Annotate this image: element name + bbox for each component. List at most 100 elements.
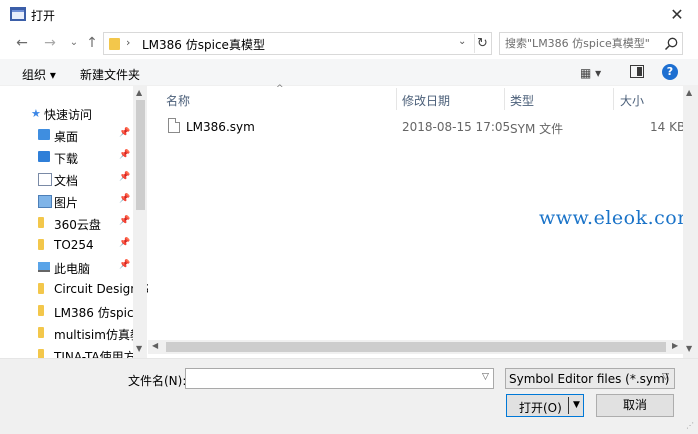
star-icon: ★ xyxy=(31,107,41,120)
up-folder-button[interactable]: ↑ xyxy=(84,33,100,53)
sidebar-scroll-thumb[interactable] xyxy=(136,100,145,210)
address-bar[interactable]: › LM386 仿spice真模型 ⌄ ↻ xyxy=(103,32,492,55)
sidebar-item-quick-access[interactable]: ★ 快速访问 xyxy=(0,102,132,124)
sidebar-item-tina-ta[interactable]: TINA-TA使用方 xyxy=(0,344,136,358)
scroll-down-icon[interactable]: ▼ xyxy=(136,344,142,353)
computer-icon xyxy=(38,262,50,272)
folder-icon xyxy=(38,349,44,358)
sidebar-item-label: 快速访问 xyxy=(44,108,93,122)
download-icon xyxy=(38,151,50,162)
resize-grip-icon[interactable]: ⋰ xyxy=(686,421,694,430)
title-bar: 打开 ✕ xyxy=(0,0,698,30)
change-view-button[interactable]: ▦ ▾ xyxy=(580,66,601,80)
file-list-horizontal-scrollbar[interactable]: ◀ ▶ xyxy=(148,340,683,354)
open-button[interactable]: 打开(O) ▼ xyxy=(506,394,584,417)
sidebar-item-circuit-design[interactable]: Circuit Design S xyxy=(0,278,148,300)
watermark-text: www.eleok.com xyxy=(539,207,696,229)
folder-icon xyxy=(38,283,44,294)
sidebar-item-documents[interactable]: 文档 📌 xyxy=(0,168,132,190)
chevron-down-icon[interactable]: ▽ xyxy=(482,372,489,382)
sidebar-item-this-pc[interactable]: 此电脑 📌 xyxy=(0,256,132,278)
file-type-filter-select[interactable]: Symbol Editor files (*.sym) ▽ xyxy=(505,368,675,389)
sidebar-item-label: 图片 xyxy=(54,196,79,210)
folder-icon xyxy=(38,305,44,316)
pin-icon: 📌 xyxy=(119,150,131,160)
pin-icon: 📌 xyxy=(119,128,131,138)
sidebar-item-pictures[interactable]: 图片 📌 xyxy=(0,190,132,212)
sidebar-item-label: multisim仿真教 xyxy=(54,328,142,342)
file-name: LM386.sym xyxy=(186,120,255,134)
pin-icon: 📌 xyxy=(119,260,131,270)
recent-locations-button[interactable]: ⌄ xyxy=(66,33,82,53)
file-row[interactable]: LM386.sym 2018-08-15 17:05 SYM 文件 14 KB xyxy=(148,115,685,137)
pin-icon: 📌 xyxy=(119,172,131,182)
search-box[interactable] xyxy=(499,32,683,55)
forward-button[interactable]: → xyxy=(42,33,58,53)
sidebar-item-multisim[interactable]: multisim仿真教 xyxy=(0,322,142,344)
command-toolbar: 组织 ▾ 新建文件夹 ▦ ▾ ? xyxy=(0,59,698,86)
organize-button[interactable]: 组织 ▾ xyxy=(22,66,56,83)
scroll-right-icon[interactable]: ▶ xyxy=(672,341,678,350)
sidebar-item-lm386[interactable]: LM386 仿spice xyxy=(0,300,141,322)
pin-icon: 📌 xyxy=(119,194,131,204)
help-button[interactable]: ? xyxy=(662,64,678,80)
address-dropdown-icon[interactable]: ⌄ xyxy=(458,36,466,47)
filename-combobox[interactable]: ▽ xyxy=(185,368,494,389)
cancel-button[interactable]: 取消 xyxy=(596,394,674,417)
sidebar-item-to254[interactable]: TO254 📌 xyxy=(0,234,132,256)
dialog-footer: 文件名(N): ▽ Symbol Editor files (*.sym) ▽ … xyxy=(0,358,698,434)
folder-icon xyxy=(38,327,44,338)
file-list-header: ^ 名称 修改日期 类型 大小 xyxy=(148,84,683,112)
column-header-size[interactable]: 大小 xyxy=(620,92,644,109)
scroll-up-icon[interactable]: ▲ xyxy=(686,88,692,97)
chevron-down-icon: ▽ xyxy=(662,372,669,382)
sidebar-item-desktop[interactable]: 桌面 📌 xyxy=(0,124,132,146)
chevron-down-icon: ⌄ xyxy=(69,37,79,48)
scroll-left-icon[interactable]: ◀ xyxy=(152,341,158,350)
sidebar-item-label: 桌面 xyxy=(54,130,79,144)
pin-icon: 📌 xyxy=(119,238,131,248)
documents-icon xyxy=(38,173,52,186)
open-button-label: 打开(O) xyxy=(519,401,562,415)
filename-input[interactable] xyxy=(189,370,469,387)
new-folder-button[interactable]: 新建文件夹 xyxy=(80,66,140,83)
folder-icon xyxy=(38,239,44,250)
horizontal-scroll-thumb[interactable] xyxy=(166,342,666,352)
preview-pane-button[interactable] xyxy=(630,65,644,78)
column-header-type[interactable]: 类型 xyxy=(510,92,534,109)
file-type: SYM 文件 xyxy=(510,122,564,136)
open-dialog-icon xyxy=(10,7,26,21)
arrow-left-icon: ← xyxy=(16,35,28,51)
column-header-name[interactable]: 名称 xyxy=(166,92,190,109)
breadcrumb-current-folder[interactable]: LM386 仿spice真模型 xyxy=(142,36,265,53)
folder-icon xyxy=(109,38,120,50)
search-input[interactable] xyxy=(505,35,660,52)
refresh-button[interactable]: ↻ xyxy=(474,34,490,53)
arrow-right-icon: → xyxy=(44,35,56,51)
sidebar-item-label: 文档 xyxy=(54,174,79,188)
scroll-down-icon[interactable]: ▼ xyxy=(686,344,692,353)
column-divider[interactable] xyxy=(613,88,614,110)
file-list-vertical-scrollbar[interactable] xyxy=(683,86,698,358)
breadcrumb-chevron-icon: › xyxy=(126,36,131,49)
scroll-up-icon[interactable]: ▲ xyxy=(136,88,142,97)
desktop-icon xyxy=(38,129,50,140)
column-header-modified[interactable]: 修改日期 xyxy=(402,92,450,109)
file-icon xyxy=(168,118,180,133)
sidebar-item-label: TO254 xyxy=(54,238,94,252)
back-button[interactable]: ← xyxy=(14,33,30,53)
arrow-up-icon: ↑ xyxy=(86,35,98,51)
close-button[interactable]: ✕ xyxy=(664,4,690,26)
window-title: 打开 xyxy=(31,9,56,23)
open-options-dropdown-icon[interactable]: ▼ xyxy=(573,400,580,410)
sidebar-item-360-cloud[interactable]: 360云盘 📌 xyxy=(0,212,132,234)
pin-icon: 📌 xyxy=(119,216,131,226)
column-divider[interactable] xyxy=(396,88,397,110)
sidebar-item-label: TINA-TA使用方 xyxy=(54,350,136,358)
search-icon xyxy=(664,37,678,51)
navigation-pane: ★ 快速访问 桌面 📌 下载 📌 文档 📌 图片 📌 360云盘 📌 TO254… xyxy=(0,86,148,358)
refresh-icon: ↻ xyxy=(477,36,488,51)
sidebar-item-downloads[interactable]: 下载 📌 xyxy=(0,146,132,168)
folder-icon xyxy=(38,217,44,228)
column-divider[interactable] xyxy=(504,88,505,110)
